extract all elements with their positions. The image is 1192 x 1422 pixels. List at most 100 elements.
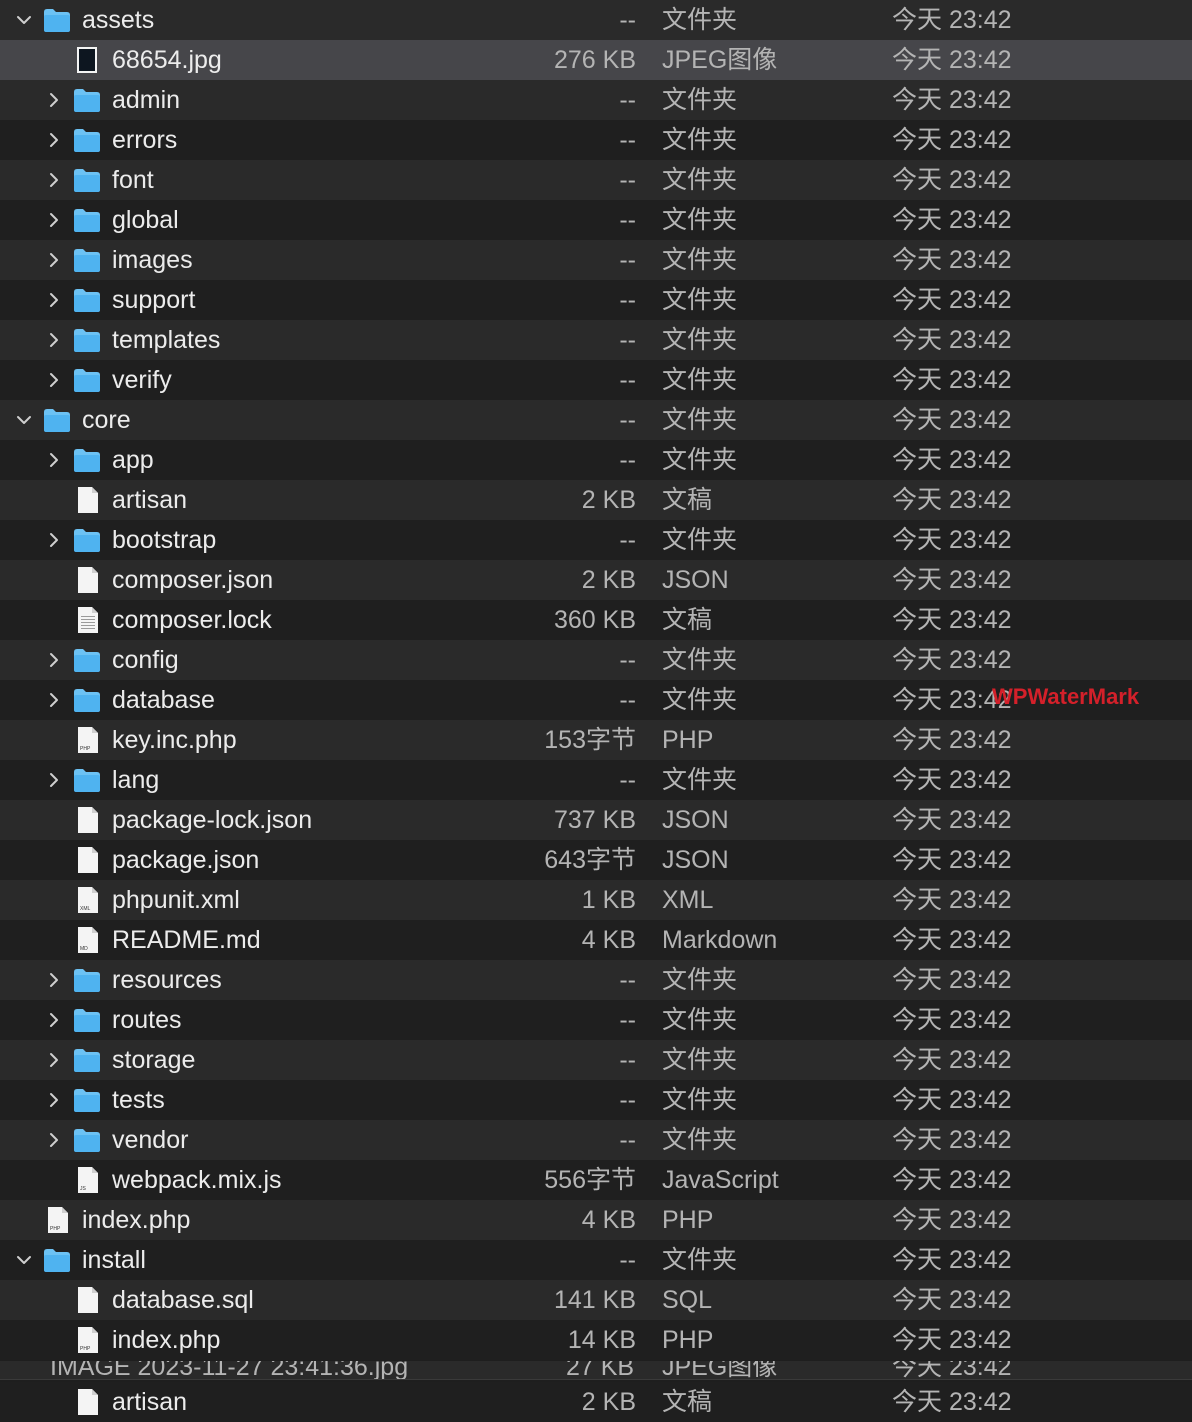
folder-row[interactable]: resources -- 文件夹 今天 23:42 (0, 960, 1192, 1000)
folder-row[interactable]: storage -- 文件夹 今天 23:42 (0, 1040, 1192, 1080)
chevron-right-icon[interactable] (44, 1090, 64, 1110)
folder-row[interactable]: lang -- 文件夹 今天 23:42 (0, 760, 1192, 800)
file-row[interactable]: package.json 643字节 JSON 今天 23:42 (0, 840, 1192, 880)
chevron-right-icon[interactable] (44, 370, 64, 390)
file-row[interactable]: package-lock.json 737 KB JSON 今天 23:42 (0, 800, 1192, 840)
chevron-right-icon[interactable] (44, 450, 64, 470)
file-kind: 文件夹 (662, 206, 738, 234)
file-name: key.inc.php (112, 726, 237, 754)
file-date: 今天 23:42 (892, 806, 1012, 834)
file-row[interactable]: composer.json 2 KB JSON 今天 23:42 (0, 560, 1192, 600)
folder-row[interactable]: images -- 文件夹 今天 23:42 (0, 240, 1192, 280)
folder-row[interactable]: install -- 文件夹 今天 23:42 (0, 1240, 1192, 1280)
file-name: artisan (112, 486, 188, 514)
file-row[interactable]: 68654.jpg 276 KB JPEG图像 今天 23:42 (0, 40, 1192, 80)
folder-row[interactable]: templates -- 文件夹 今天 23:42 (0, 320, 1192, 360)
file-kind: 文件夹 (662, 406, 738, 434)
markdown-file-icon: MD (72, 926, 102, 954)
file-name: database (112, 686, 215, 714)
folder-row[interactable]: assets -- 文件夹 今天 23:42 (0, 0, 1192, 40)
file-row[interactable]: XML phpunit.xml 1 KB XML 今天 23:42 (0, 880, 1192, 920)
file-row[interactable]: PHP key.inc.php 153字节 PHP 今天 23:42 (0, 720, 1192, 760)
chevron-right-icon[interactable] (44, 530, 64, 550)
folder-row[interactable]: global -- 文件夹 今天 23:42 (0, 200, 1192, 240)
chevron-down-icon[interactable] (14, 410, 34, 430)
chevron-right-icon[interactable] (44, 250, 64, 270)
folder-row[interactable]: vendor -- 文件夹 今天 23:42 (0, 1120, 1192, 1160)
file-kind: JSON (662, 806, 729, 834)
folder-row[interactable]: bootstrap -- 文件夹 今天 23:42 (0, 520, 1192, 560)
file-row[interactable]: JS webpack.mix.js 556字节 JavaScript 今天 23:42 (0, 1160, 1192, 1200)
file-row[interactable]: database.sql 141 KB SQL 今天 23:42 (0, 1280, 1192, 1320)
folder-icon (42, 406, 72, 434)
file-name: phpunit.xml (112, 886, 240, 914)
file-kind: 文件夹 (662, 286, 738, 314)
chevron-right-icon[interactable] (44, 290, 64, 310)
file-date: 今天 23:42 (892, 566, 1012, 594)
file-size: 643字节 (544, 846, 636, 874)
folder-row[interactable]: admin -- 文件夹 今天 23:42 (0, 80, 1192, 120)
file-name: app (112, 446, 154, 474)
file-kind: 文件夹 (662, 126, 738, 154)
file-name: bootstrap (112, 526, 217, 554)
chevron-down-icon[interactable] (14, 1250, 34, 1270)
file-kind: JPEG图像 (662, 46, 778, 74)
folder-row[interactable]: routes -- 文件夹 今天 23:42 (0, 1000, 1192, 1040)
php-file-icon: PHP (42, 1206, 72, 1234)
chevron-right-icon[interactable] (44, 1130, 64, 1150)
folder-row[interactable]: support -- 文件夹 今天 23:42 (0, 280, 1192, 320)
file-kind: 文件夹 (662, 1126, 738, 1154)
file-date: 今天 23:42 (892, 1206, 1012, 1234)
folder-row[interactable]: config -- 文件夹 今天 23:42 (0, 640, 1192, 680)
folder-icon (42, 1246, 72, 1274)
file-name: support (112, 286, 196, 314)
folder-row[interactable]: app -- 文件夹 今天 23:42 (0, 440, 1192, 480)
file-kind: PHP (662, 1326, 714, 1354)
chevron-right-icon[interactable] (44, 170, 64, 190)
file-row[interactable]: PHP index.php 14 KB PHP 今天 23:42 (0, 1320, 1192, 1360)
file-row[interactable]: PHP index.php 4 KB PHP 今天 23:42 (0, 1200, 1192, 1240)
chevron-down-icon[interactable] (14, 10, 34, 30)
folder-row[interactable]: tests -- 文件夹 今天 23:42 (0, 1080, 1192, 1120)
file-name: storage (112, 1046, 196, 1074)
chevron-right-icon[interactable] (44, 130, 64, 150)
folder-row[interactable]: font -- 文件夹 今天 23:42 (0, 160, 1192, 200)
file-kind: 文件夹 (662, 446, 738, 474)
file-kind: 文件夹 (662, 1086, 738, 1114)
file-name: config (112, 646, 179, 674)
chevron-right-icon[interactable] (44, 90, 64, 110)
file-name: README.md (112, 926, 261, 954)
chevron-right-icon[interactable] (44, 210, 64, 230)
folder-icon (72, 766, 102, 794)
folder-row[interactable]: verify -- 文件夹 今天 23:42 (0, 360, 1192, 400)
file-size: 556字节 (544, 1166, 636, 1194)
file-row[interactable]: artisan 2 KB 文稿 今天 23:42 (0, 480, 1192, 520)
file-size: 276 KB (553, 46, 636, 74)
file-size: -- (619, 126, 636, 154)
file-size: -- (619, 406, 636, 434)
folder-row[interactable]: core -- 文件夹 今天 23:42 (0, 400, 1192, 440)
file-name: package.json (112, 846, 260, 874)
chevron-right-icon[interactable] (44, 330, 64, 350)
file-row[interactable]: MD README.md 4 KB Markdown 今天 23:42 (0, 920, 1192, 960)
file-name: webpack.mix.js (112, 1166, 282, 1194)
file-size: -- (619, 86, 636, 114)
file-date: 今天 23:42 (892, 1126, 1012, 1154)
file-date: 今天 23:42 (892, 606, 1012, 634)
file-name: package-lock.json (112, 806, 313, 834)
file-date: 今天 23:42 (892, 1086, 1012, 1114)
folder-icon (72, 366, 102, 394)
chevron-right-icon[interactable] (44, 1010, 64, 1030)
file-name: tests (112, 1086, 165, 1114)
folder-row[interactable]: errors -- 文件夹 今天 23:42 (0, 120, 1192, 160)
file-size: -- (619, 526, 636, 554)
chevron-right-icon[interactable] (44, 770, 64, 790)
file-row[interactable]: composer.lock 360 KB 文稿 今天 23:42 (0, 600, 1192, 640)
chevron-right-icon[interactable] (44, 970, 64, 990)
chevron-right-icon[interactable] (44, 650, 64, 670)
file-date: 今天 23:42 (892, 966, 1012, 994)
chevron-right-icon[interactable] (44, 1050, 64, 1070)
file-row-partial[interactable]: artisan 2 KB 文稿 今天 23:42 (0, 1382, 1192, 1422)
file-size: 14 KB (567, 1326, 636, 1354)
chevron-right-icon[interactable] (44, 690, 64, 710)
